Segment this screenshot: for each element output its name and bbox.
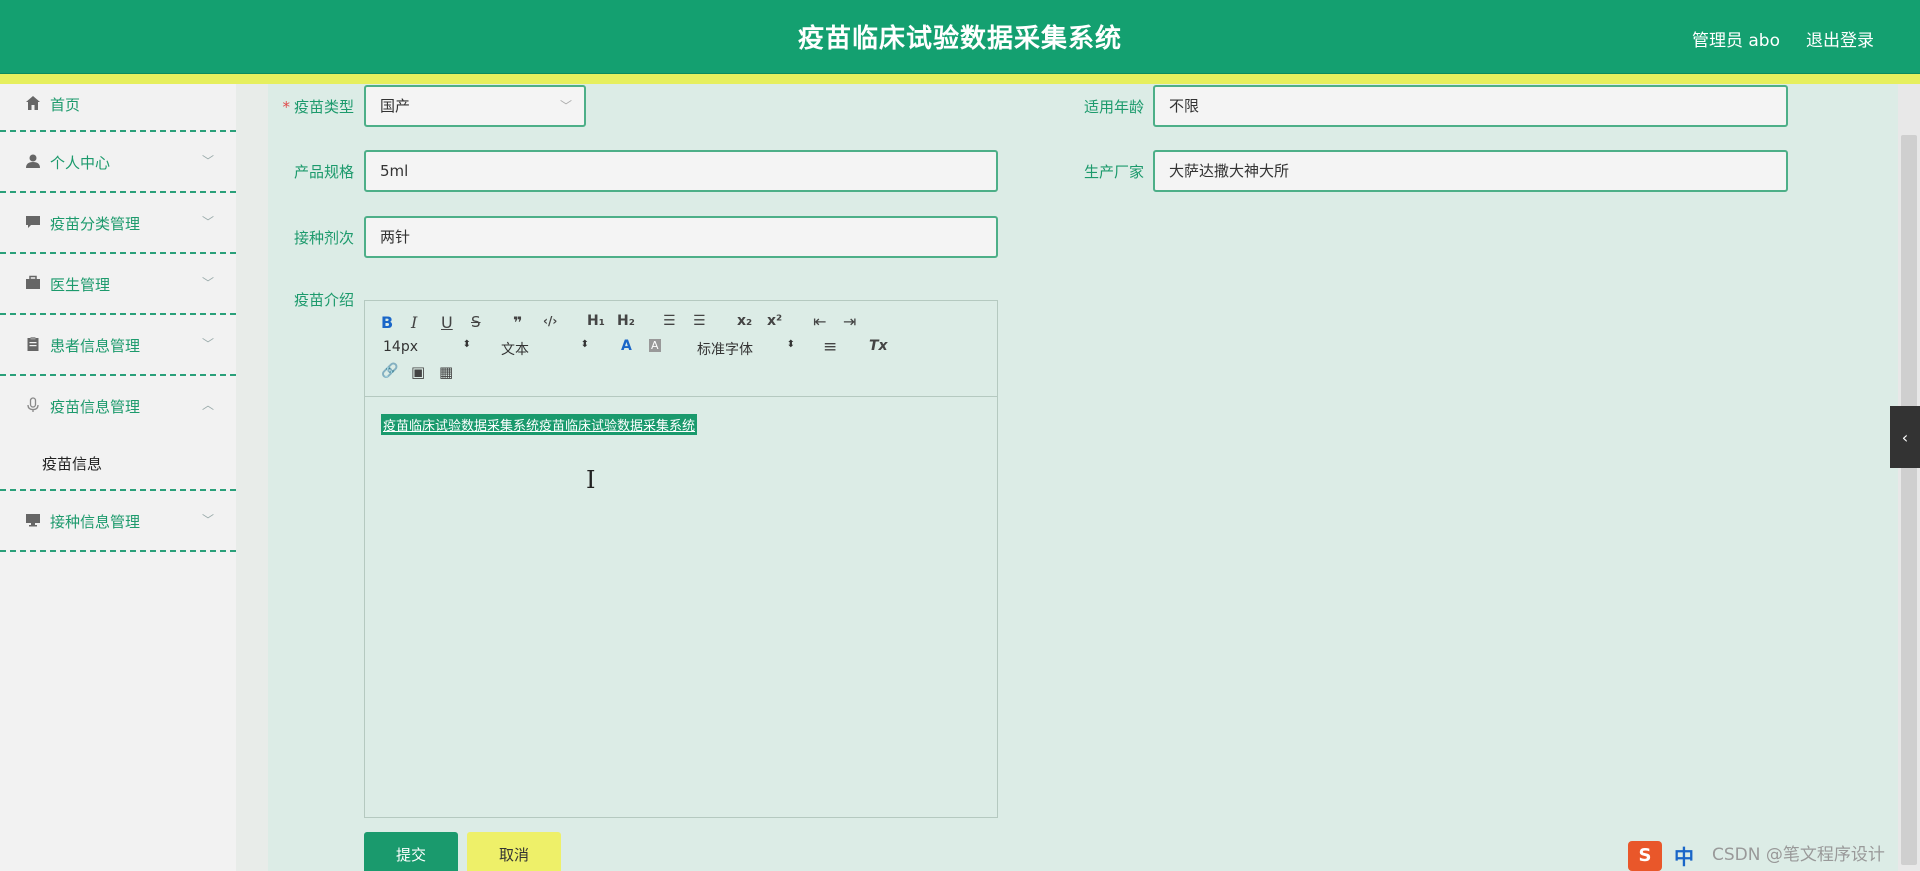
doses-label: 接种剂次 [293, 229, 354, 247]
editor-toolbar: B I U S ❞ ‹/› H₁ H₂ ☰ ☰ x₂ x² ⇤ ⇥ 14px ⬍… [365, 301, 997, 397]
sidebar-item-vaccination[interactable]: 接种信息管理 ﹀ [0, 491, 236, 552]
sidebar-item-label: 疫苗信息管理 [50, 398, 141, 416]
vaccine-type-label: * 疫苗类型 [282, 98, 354, 116]
age-input[interactable]: 不限 [1153, 85, 1788, 127]
h1-button[interactable]: H₁ [587, 313, 605, 329]
submenu-label: 疫苗信息 [42, 455, 103, 473]
link-icon[interactable]: 🔗 [381, 363, 398, 379]
rich-text-editor: B I U S ❞ ‹/› H₁ H₂ ☰ ☰ x₂ x² ⇤ ⇥ 14px ⬍… [364, 300, 998, 818]
text-type-select[interactable]: 文本 ⬍ [501, 339, 589, 359]
blockquote-button[interactable]: ❞ [513, 313, 522, 332]
sidebar-item-label: 首页 [50, 96, 81, 114]
current-user: 管理员 abo [1691, 31, 1780, 51]
sidebar-item-patient[interactable]: 患者信息管理 ﹀ [0, 315, 236, 376]
briefcase-icon [24, 274, 42, 292]
doses-input[interactable]: 两针 [364, 216, 998, 258]
ordered-list-icon[interactable]: ☰ [663, 313, 676, 329]
h2-button[interactable]: H₂ [617, 313, 635, 329]
microphone-icon [24, 396, 42, 414]
sidebar-item-vaccine-category[interactable]: 疫苗分类管理 ﹀ [0, 193, 236, 254]
font-family-select[interactable]: 标准字体 ⬍ [697, 339, 795, 359]
top-header: 疫苗临床试验数据采集系统 管理员 abo 退出登录 [0, 0, 1920, 74]
font-size-value: 14px [383, 339, 418, 355]
logout-link[interactable]: 退出登录 [1806, 26, 1874, 51]
indent-icon[interactable]: ⇥ [843, 312, 856, 331]
ime-chinese-mode[interactable]: 中 [1674, 841, 1694, 870]
chevron-down-icon: ﹀ [201, 215, 214, 229]
subscript-button[interactable]: x₂ [737, 313, 752, 329]
manufacturer-label: 生产厂家 [1083, 163, 1144, 181]
text-cursor-icon: I [586, 466, 596, 494]
clipboard-icon [24, 335, 42, 353]
sidebar: 首页 个人中心 ﹀ 疫苗分类管理 ﹀ 医生管理 ﹀ 患者信息管理 ﹀ 疫苗信息管… [0, 84, 236, 871]
home-icon [24, 94, 42, 112]
page-title: 疫苗临床试验数据采集系统 [797, 24, 1122, 54]
chevron-down-icon: ﹀ [559, 99, 572, 113]
text-type-value: 文本 [501, 342, 529, 358]
sidebar-item-doctor[interactable]: 医生管理 ﹀ [0, 254, 236, 315]
chevron-down-icon: ﹀ [201, 154, 214, 168]
spec-label: 产品规格 [293, 163, 354, 181]
image-icon[interactable]: ▣ [411, 363, 425, 381]
sidebar-item-label: 疫苗分类管理 [50, 215, 141, 233]
strike-button[interactable]: S [471, 313, 481, 331]
chevron-down-icon: ﹀ [201, 513, 214, 527]
sidebar-item-label: 患者信息管理 [50, 337, 141, 355]
vaccine-type-value: 国产 [380, 97, 411, 115]
font-family-value: 标准字体 [697, 342, 753, 358]
updown-icon: ⬍ [580, 339, 589, 350]
spec-input[interactable]: 5ml [364, 150, 998, 192]
sidebar-item-personal-center[interactable]: 个人中心 ﹀ [0, 132, 236, 193]
manufacturer-input[interactable]: 大萨达撒大神大所 [1153, 150, 1788, 192]
font-color-button[interactable]: A [621, 338, 632, 354]
underline-button[interactable]: U [441, 313, 453, 332]
content-gutter [236, 84, 268, 871]
code-block-button[interactable]: ‹/› [543, 314, 557, 328]
sidebar-item-home[interactable]: 首页 [0, 84, 236, 132]
submit-button[interactable]: 提交 [364, 832, 458, 871]
sogou-ime-icon[interactable]: S [1628, 840, 1662, 871]
chevron-up-icon: ︿ [201, 398, 214, 412]
chevron-down-icon: ﹀ [201, 276, 214, 290]
scrollbar-thumb[interactable] [1901, 135, 1917, 865]
bullet-list-icon[interactable]: ☰ [693, 313, 706, 329]
editor-selected-text[interactable]: 疫苗临床试验数据采集系统疫苗临床试验数据采集系统 [381, 414, 698, 435]
vaccine-type-select[interactable]: 国产 ﹀ [364, 85, 586, 127]
clear-format-button[interactable]: Tx [869, 338, 888, 354]
monitor-icon [24, 511, 42, 529]
align-icon[interactable]: ≡ [823, 337, 837, 357]
updown-icon: ⬍ [462, 339, 471, 350]
sidebar-item-label: 接种信息管理 [50, 513, 141, 531]
sidebar-item-vaccine-info[interactable]: 疫苗信息管理 ︿ [0, 376, 236, 437]
background-color-button[interactable]: A [649, 339, 661, 352]
cancel-button[interactable]: 取消 [467, 832, 561, 871]
user-icon [24, 152, 42, 170]
outdent-icon[interactable]: ⇤ [813, 312, 826, 331]
header-accent-bar [0, 74, 1920, 84]
bold-button[interactable]: B [381, 313, 393, 332]
italic-button[interactable]: I [411, 313, 417, 332]
sidebar-item-label: 个人中心 [50, 154, 111, 172]
sidebar-item-label: 医生管理 [50, 276, 111, 294]
superscript-button[interactable]: x² [767, 313, 782, 329]
video-icon[interactable]: ▦ [439, 363, 453, 381]
chevron-down-icon: ﹀ [201, 337, 214, 351]
age-label: 适用年龄 [1083, 98, 1144, 116]
watermark-text: CSDN @笔文程序设计 [1712, 845, 1885, 865]
chevron-left-icon[interactable]: ‹ [1890, 406, 1920, 468]
comment-icon [24, 213, 42, 231]
intro-label: 疫苗介绍 [293, 291, 354, 309]
submenu-vaccine-info[interactable]: 疫苗信息 [0, 437, 236, 491]
font-size-select[interactable]: 14px ⬍ [383, 339, 471, 355]
updown-icon: ⬍ [786, 339, 795, 350]
